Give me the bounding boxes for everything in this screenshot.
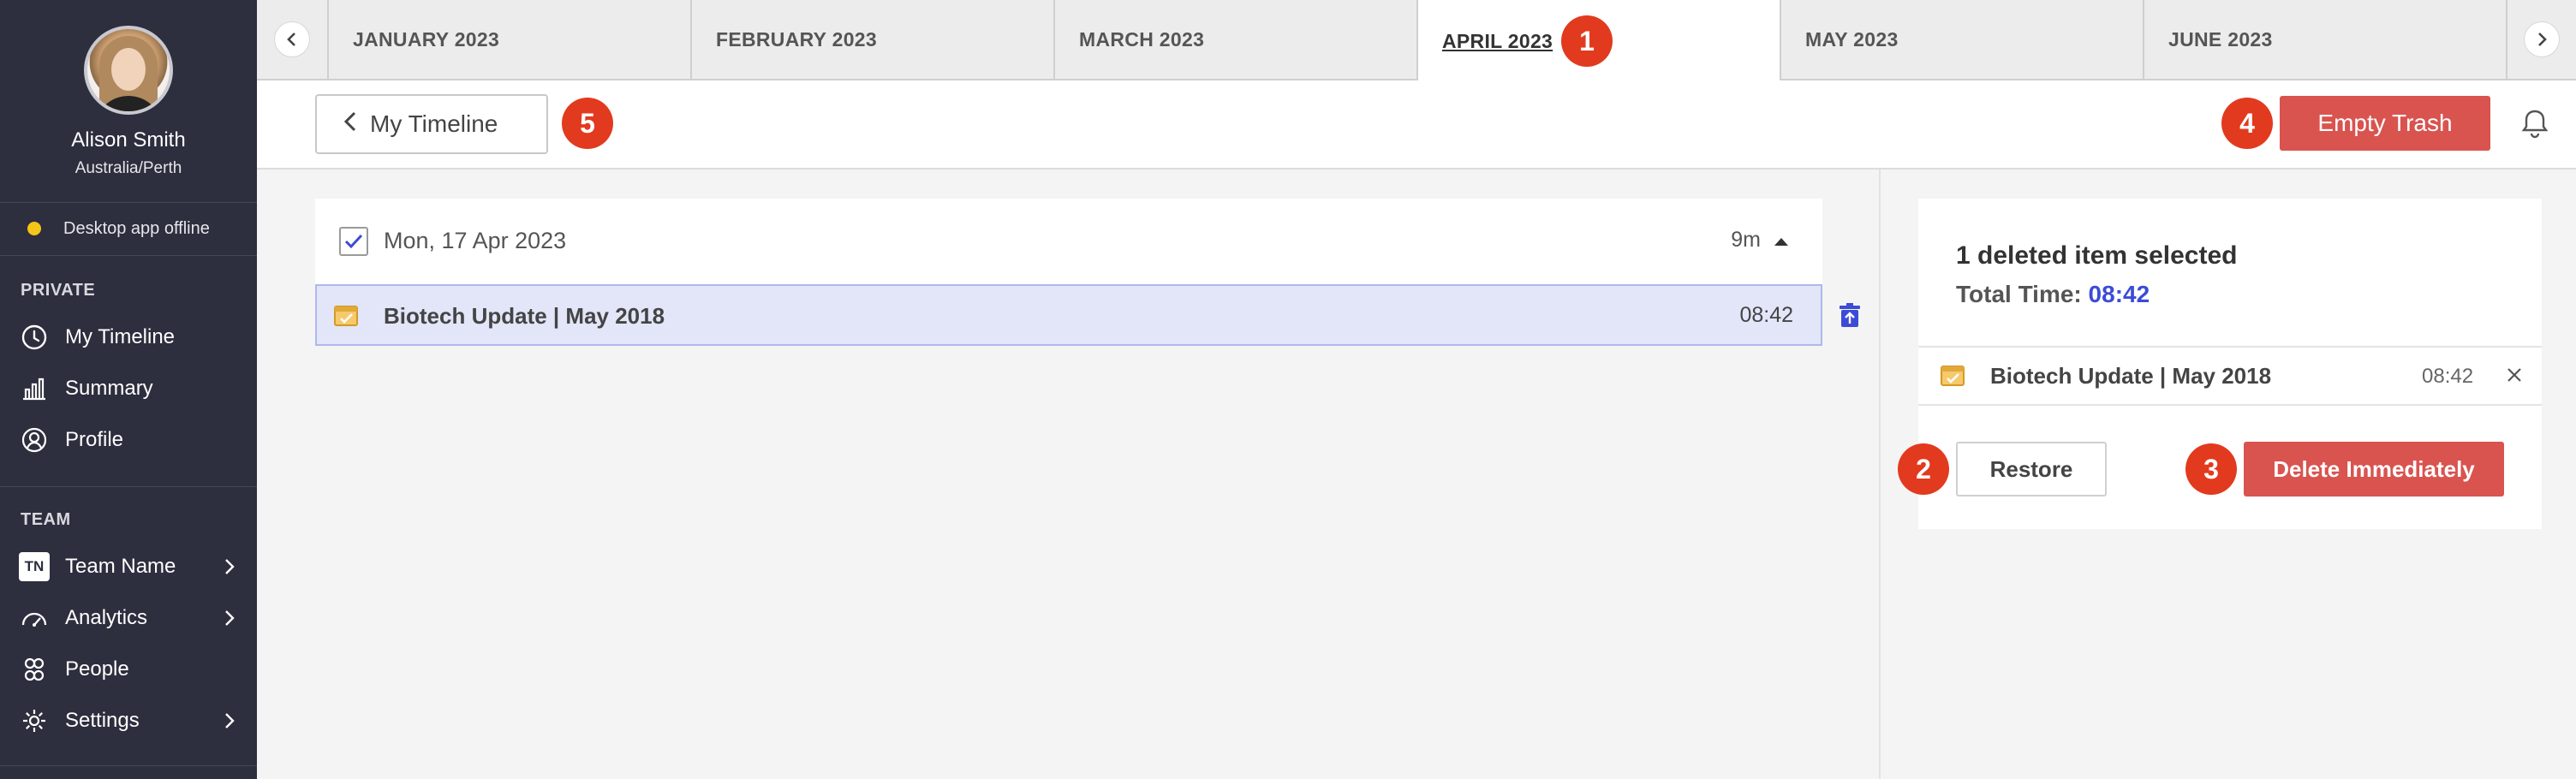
divider xyxy=(1918,404,2542,406)
tab-march-2023[interactable]: MARCH 2023 xyxy=(1053,0,1416,79)
sidebar-item-settings[interactable]: Settings xyxy=(0,700,257,741)
sidebar: Alison Smith Australia/Perth Desktop app… xyxy=(0,0,257,779)
divider xyxy=(0,486,257,487)
chevron-left-icon xyxy=(274,21,310,57)
avatar[interactable] xyxy=(84,26,173,115)
meeting-icon xyxy=(1939,361,1968,390)
back-to-timeline-button[interactable]: My Timeline xyxy=(315,94,548,154)
back-button-label: My Timeline xyxy=(370,110,498,137)
restore-button[interactable]: Restore xyxy=(1956,442,2107,497)
day-card: Mon, 17 Apr 2023 9m Biotech Update | May… xyxy=(315,199,1822,346)
chevron-left-icon xyxy=(343,110,358,139)
selected-item-time: 08:42 xyxy=(2422,365,2474,388)
clock-icon xyxy=(19,322,50,353)
tab-may-2023[interactable]: MAY 2023 xyxy=(1780,0,2143,79)
sidebar-item-label: My Timeline xyxy=(65,325,176,348)
sidebar-item-label: Analytics xyxy=(65,606,148,629)
tab-january-2023[interactable]: JANUARY 2023 xyxy=(327,0,690,79)
day-date: Mon, 17 Apr 2023 xyxy=(384,228,567,253)
meeting-icon xyxy=(332,301,361,330)
tabs-next-button[interactable] xyxy=(2506,0,2576,79)
divider xyxy=(0,255,257,256)
caret-up-icon[interactable] xyxy=(1773,233,1790,250)
annotation-badge-4: 4 xyxy=(2221,98,2273,149)
app-status: Desktop app offline xyxy=(0,216,257,241)
bell-icon[interactable] xyxy=(2518,106,2552,140)
sidebar-item-analytics[interactable]: Analytics xyxy=(0,598,257,639)
sidebar-item-team-name[interactable]: TN Team Name xyxy=(0,546,257,587)
team-badge-icon: TN xyxy=(19,551,50,582)
day-duration: 9m xyxy=(1731,228,1761,252)
sidebar-item-summary[interactable]: Summary xyxy=(0,368,257,409)
day-select-checkbox[interactable] xyxy=(339,227,368,256)
annotation-badge-3: 3 xyxy=(2185,443,2237,495)
tab-june-2023[interactable]: JUNE 2023 xyxy=(2143,0,2506,79)
sidebar-item-label: Team Name xyxy=(65,555,176,578)
sidebar-item-label: Settings xyxy=(65,709,140,732)
private-heading: PRIVATE xyxy=(21,281,96,300)
divider xyxy=(0,202,257,203)
selection-summary: 1 deleted item selected xyxy=(1956,241,2238,270)
selected-item-title: Biotech Update | May 2018 xyxy=(1990,363,2272,389)
annotation-badge-2: 2 xyxy=(1898,443,1949,495)
divider xyxy=(1918,346,2542,348)
user-timezone: Australia/Perth xyxy=(75,159,182,177)
divider xyxy=(0,765,257,766)
user-icon xyxy=(19,425,50,455)
tabs-prev-button[interactable] xyxy=(257,0,327,79)
total-time: Total Time: 08:42 xyxy=(1956,281,2150,308)
bar-chart-icon xyxy=(19,373,50,404)
sidebar-item-profile[interactable]: Profile xyxy=(0,419,257,461)
gear-icon xyxy=(19,705,50,736)
status-dot-icon xyxy=(27,222,41,235)
total-time-label: Total Time: xyxy=(1956,281,2082,307)
day-header: Mon, 17 Apr 2023 9m xyxy=(315,199,1822,284)
annotation-badge-1: 1 xyxy=(1561,15,1613,67)
sidebar-item-label: Summary xyxy=(65,377,153,400)
toolbar: My Timeline 5 4 Empty Trash xyxy=(257,80,2576,169)
gauge-icon xyxy=(19,603,50,633)
sidebar-item-people[interactable]: People xyxy=(0,649,257,690)
sidebar-item-my-timeline[interactable]: My Timeline xyxy=(0,317,257,358)
chevron-right-icon xyxy=(2524,21,2560,57)
month-tabs: JANUARY 2023 FEBRUARY 2023 MARCH 2023 AP… xyxy=(257,0,2576,82)
sidebar-item-label: People xyxy=(65,657,129,681)
app-status-label: Desktop app offline xyxy=(63,218,210,238)
people-icon xyxy=(19,654,50,685)
tab-february-2023[interactable]: FEBRUARY 2023 xyxy=(690,0,1053,79)
total-time-value: 08:42 xyxy=(2088,281,2150,307)
entry-time: 08:42 xyxy=(1739,303,1793,327)
entry-title: Biotech Update | May 2018 xyxy=(384,303,665,329)
divider xyxy=(1879,169,1881,779)
delete-immediately-button[interactable]: Delete Immediately xyxy=(2244,442,2504,497)
sidebar-item-label: Profile xyxy=(65,428,124,451)
user-name: Alison Smith xyxy=(71,128,186,152)
chevron-right-icon xyxy=(219,608,240,628)
table-row[interactable]: Biotech Update | May 2018 08:42 xyxy=(315,284,1822,346)
selection-panel: 1 deleted item selected Total Time: 08:4… xyxy=(1898,199,2542,529)
empty-trash-button[interactable]: Empty Trash xyxy=(2280,96,2490,151)
team-heading: TEAM xyxy=(21,510,71,529)
restore-trash-icon[interactable] xyxy=(1838,303,1862,329)
annotation-badge-5: 5 xyxy=(562,98,613,149)
chevron-right-icon xyxy=(219,556,240,577)
close-icon[interactable] xyxy=(2504,365,2525,385)
chevron-right-icon xyxy=(219,711,240,731)
